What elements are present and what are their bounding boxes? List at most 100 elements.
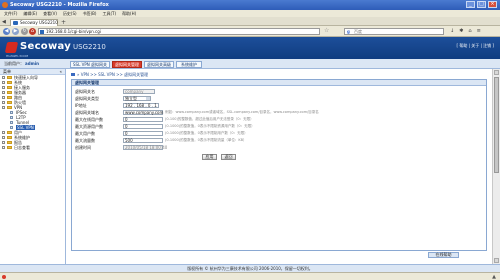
field-hint: 例如：www.company.com或者域名，SSL.company.com/目… <box>165 110 319 114</box>
back-button[interactable]: 返回 <box>221 154 236 160</box>
current-user: 当前用户：admin <box>4 61 39 67</box>
firefox-icon <box>2 2 8 8</box>
gateway-type-select[interactable]: 独立型 <box>123 96 151 101</box>
new-tab-icon[interactable]: + <box>61 19 66 26</box>
forward-icon[interactable]: ▶ <box>12 28 19 35</box>
maximize-button[interactable]: □ <box>477 1 486 8</box>
folder-icon <box>7 146 12 149</box>
close-button[interactable]: × <box>488 1 497 8</box>
navigation-toolbar: ◀ ▶ ↻ ⌂ 192.168.0.1/cgi-bin/vpn.cgi ☆ g … <box>0 26 500 37</box>
gateway-settings-panel: 虚拟网关管理 虚拟网关名 company 虚拟网关类型 独立型 IP地址 192… <box>71 79 487 251</box>
max-users-input[interactable]: 0 <box>123 131 163 136</box>
folder-icon <box>7 141 12 144</box>
folder-icon <box>7 86 12 89</box>
folder-icon <box>7 76 12 79</box>
browser-tab-bar: ◀ Secoway USG2210 + <box>0 17 500 26</box>
expand-icon[interactable] <box>2 146 5 149</box>
window-title: Secoway USG2210 - Mozilla Firefox <box>10 2 109 8</box>
sidebar-title: 菜单 <box>3 69 11 74</box>
gateway-type-value: 独立型 <box>125 96 137 101</box>
site-favicon-icon <box>13 21 18 25</box>
max-traffic-input[interactable]: 500 <box>123 138 163 143</box>
page-icon <box>10 126 13 129</box>
tab-scroll-left-icon[interactable]: ◀ <box>2 19 6 25</box>
expand-icon[interactable] <box>2 81 5 84</box>
sidebar-item[interactable]: 日志查看 <box>0 145 65 150</box>
tab-gateway-advanced[interactable]: 虚拟网关高级 <box>144 61 174 68</box>
expand-icon[interactable] <box>2 131 5 134</box>
max-resource-users-input[interactable]: 0 <box>123 124 163 129</box>
browser-tab[interactable]: Secoway USG2210 <box>10 19 58 26</box>
tab-gateway-manage[interactable]: 虚拟网关管理 <box>112 61 142 68</box>
expand-icon[interactable] <box>2 86 5 89</box>
breadcrumb-text: » VPN >> SSL VPN >> 虚拟网关管理 <box>77 72 149 77</box>
apply-button[interactable]: 应用 <box>202 154 217 160</box>
breadcrumb-home-icon <box>71 73 75 76</box>
main-content: » VPN >> SSL VPN >> 虚拟网关管理 虚拟网关管理 虚拟网关名 … <box>67 69 492 264</box>
scroll-down-icon[interactable] <box>494 258 499 263</box>
field-label: 最大流量数 <box>75 138 95 143</box>
app-banner: Secoway USG2210 HUAWEI-3COM [ 帮助 | 关于 | … <box>0 37 500 59</box>
menu-view[interactable]: 查看(V) <box>43 11 57 17</box>
folder-icon <box>7 101 12 104</box>
search-placeholder: 百度 <box>354 29 362 34</box>
created-time-input: 2010/05/18 18:00:40 <box>123 145 168 150</box>
scroll-thumb[interactable] <box>494 77 499 173</box>
reload-icon[interactable]: ↻ <box>21 28 28 35</box>
max-online-users-input[interactable]: 0 <box>123 117 163 122</box>
minimize-button[interactable]: _ <box>466 1 475 8</box>
folder-icon <box>7 91 12 94</box>
current-user-label: 当前用户： <box>4 61 24 66</box>
folder-icon <box>7 131 12 134</box>
menu-file[interactable]: 文件(F) <box>4 11 17 17</box>
huawei-logo-icon <box>4 42 19 53</box>
menu-bookmarks[interactable]: 书签(B) <box>83 11 97 17</box>
browser-status-bar: ▲ <box>0 272 500 280</box>
search-box[interactable]: g 百度 <box>344 28 444 35</box>
page-icon <box>10 116 13 119</box>
expand-icon[interactable] <box>2 141 5 144</box>
home-icon[interactable]: ⌂ <box>29 28 36 35</box>
tab-system-maintenance[interactable]: 系统维护 <box>176 61 202 68</box>
online-help-button[interactable]: 在线帮助 <box>428 252 459 258</box>
ip-address-input[interactable]: 192 . 168 . 0 . 1 <box>123 103 159 108</box>
header-links[interactable]: [ 帮助 | 关于 | 注销 ] <box>457 43 494 49</box>
window-titlebar: Secoway USG2210 - Mozilla Firefox _ □ × <box>0 0 500 10</box>
home-toolbar-icon[interactable]: ⌂ <box>468 28 471 34</box>
menu-tools[interactable]: 工具(T) <box>102 11 116 17</box>
expand-icon[interactable] <box>2 101 5 104</box>
downloads-icon[interactable]: ↓ <box>450 28 454 34</box>
gateway-domain-input[interactable]: www.company.com <box>123 110 163 115</box>
status-arrow-icon: ▲ <box>492 274 496 280</box>
address-url: 192.168.0.1/cgi-bin/vpn.cgi <box>46 29 101 34</box>
sidebar-item-label: 日志查看 <box>14 145 30 150</box>
page-icon <box>10 121 13 124</box>
field-label: 虚拟网关类型 <box>75 96 99 101</box>
vertical-scrollbar[interactable] <box>492 69 500 264</box>
address-bar[interactable]: 192.168.0.1/cgi-bin/vpn.cgi <box>38 28 320 35</box>
expand-icon[interactable] <box>2 96 5 99</box>
status-indicator-icon <box>2 275 6 279</box>
expand-icon[interactable] <box>2 136 5 139</box>
back-icon[interactable]: ◀ <box>3 28 10 35</box>
folder-icon <box>7 136 12 139</box>
folder-icon <box>7 96 12 99</box>
panel-title: 虚拟网关管理 <box>72 80 486 86</box>
menu-icon[interactable]: ≡ <box>477 28 481 34</box>
bookmark-star-icon[interactable]: ☆ <box>324 27 329 34</box>
menu-edit[interactable]: 编辑(E) <box>23 11 37 17</box>
tab-sslvpn-gateway[interactable]: SSL VPN 虚拟网关 <box>70 61 110 68</box>
collapse-sidebar-icon[interactable]: « <box>60 69 62 74</box>
copyright-footer: 版权所有 © 杭州华为三康技术有限公司 2006-2010，保留一切权利。 <box>0 264 500 272</box>
menu-history[interactable]: 历史(S) <box>63 11 77 17</box>
scroll-up-icon[interactable] <box>494 70 499 75</box>
menu-help[interactable]: 帮助(H) <box>122 11 136 17</box>
expand-icon[interactable] <box>2 106 5 109</box>
expand-icon[interactable] <box>2 76 5 79</box>
field-label: 最大资源用户数 <box>75 124 103 129</box>
expand-icon[interactable] <box>2 91 5 94</box>
field-hint: (0-1000)的整数值，0表示不限制资源用户数（0：无限） <box>165 124 255 128</box>
gateway-name-input: company <box>123 89 155 94</box>
addons-icon[interactable]: ✱ <box>459 28 463 34</box>
field-label: IP地址 <box>75 103 87 108</box>
